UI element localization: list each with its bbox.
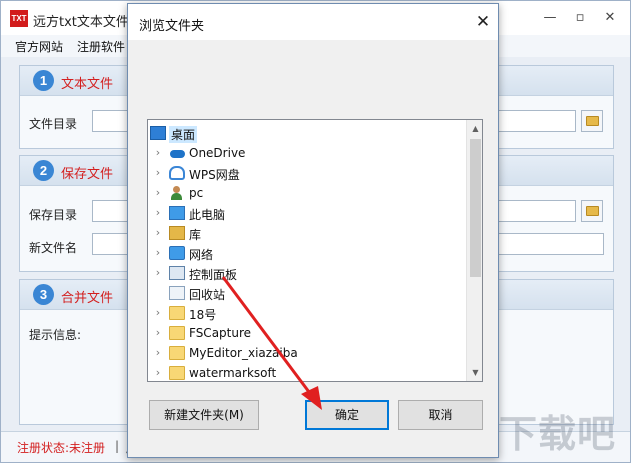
annotation-arrow-head — [301, 386, 322, 410]
annotation-arrow — [221, 276, 322, 410]
annotation-arrow-shaft — [221, 276, 314, 397]
